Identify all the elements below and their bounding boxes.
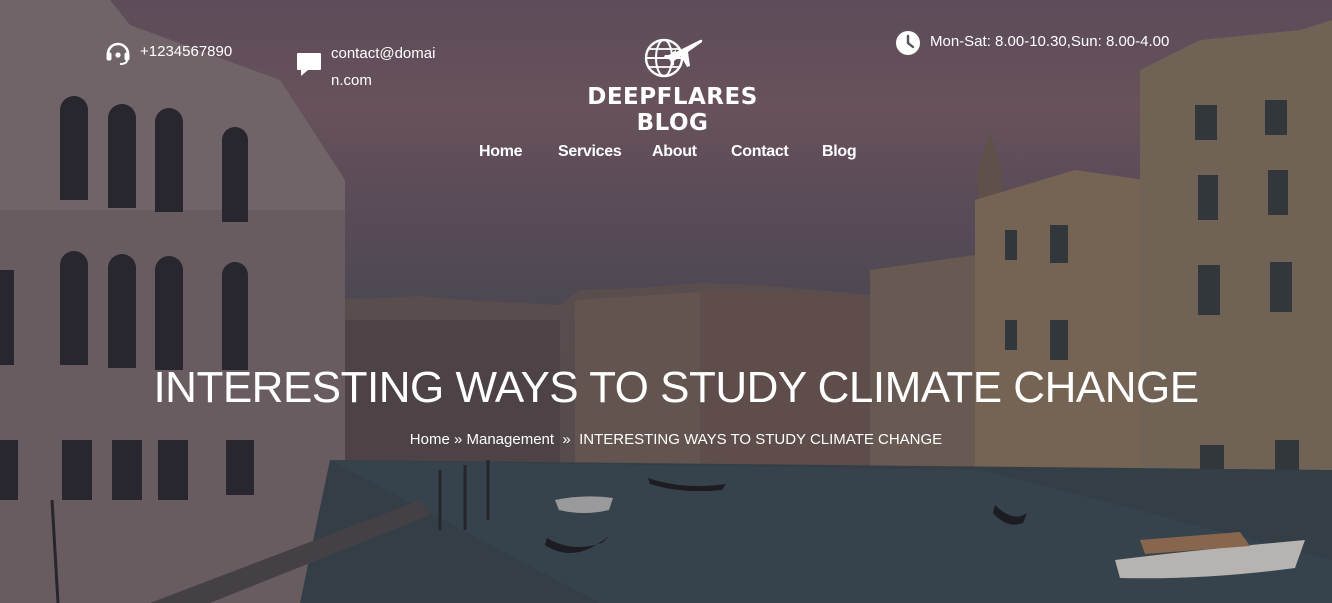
- nav-item-home[interactable]: Home: [479, 143, 523, 161]
- nav-item-blog[interactable]: Blog: [822, 143, 857, 161]
- breadcrumb-separator: »: [554, 431, 580, 448]
- nav-item-about[interactable]: About: [652, 143, 697, 161]
- nav-item-services[interactable]: Services: [558, 143, 622, 161]
- opening-hours: Mon-Sat: 8.00-10.30,Sun: 8.00-4.00: [930, 33, 1170, 50]
- globe-airplane-icon[interactable]: [642, 36, 704, 80]
- breadcrumb-separator: »: [449, 431, 467, 448]
- headset-icon: [106, 42, 130, 65]
- breadcrumb: Home » Management » INTERESTING WAYS TO …: [0, 429, 1332, 451]
- breadcrumb-category-link[interactable]: Management: [467, 431, 555, 448]
- phone-number[interactable]: +1234567890: [140, 39, 232, 65]
- breadcrumb-current: INTERESTING WAYS TO STUDY CLIMATE CHANGE: [579, 431, 943, 448]
- site-logo-title[interactable]: DEEPFLARES BLOG: [551, 84, 794, 136]
- page-title: INTERESTING WAYS TO STUDY CLIMATE CHANGE: [153, 363, 1199, 412]
- clock-icon: [896, 31, 920, 55]
- email-address[interactable]: contact@domain.com: [331, 40, 446, 94]
- chat-icon: [297, 53, 321, 76]
- nav-item-contact[interactable]: Contact: [731, 143, 789, 161]
- main-navigation: Home Services About Contact Blog: [0, 143, 1332, 167]
- breadcrumb-home-link[interactable]: Home: [410, 431, 450, 448]
